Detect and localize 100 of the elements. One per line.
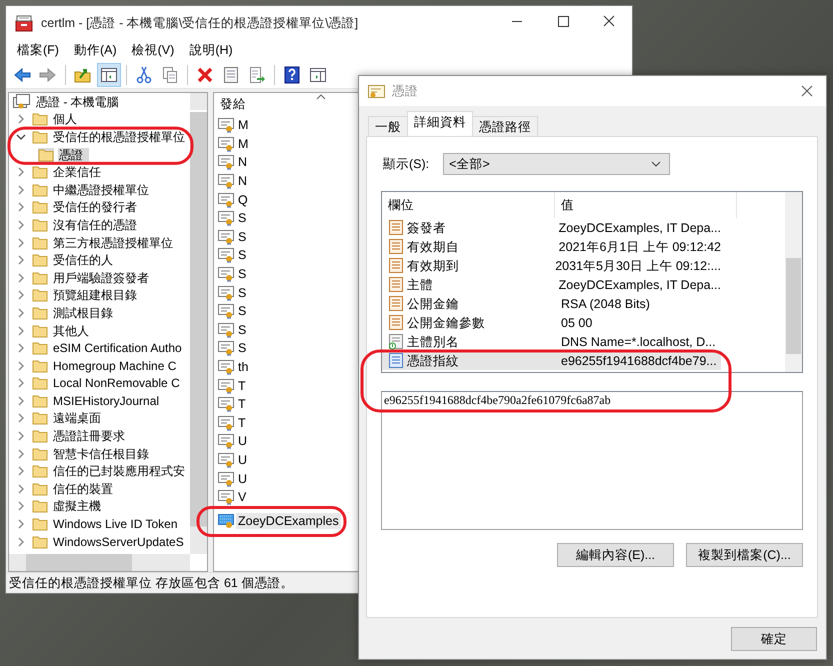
ok-button[interactable]: 確定 [731,627,817,651]
list-item[interactable]: S [236,303,248,320]
field-row[interactable]: 公開金鑰 RSA (2048 Bits) [382,294,721,313]
list-item[interactable]: U [236,470,250,487]
list-item[interactable]: U [236,433,250,450]
list-item[interactable]: S [236,266,248,282]
list-item[interactable]: S [236,340,248,356]
list-item[interactable]: S [236,228,248,245]
tree-item[interactable]: 智慧卡信任根目錄 [52,446,150,461]
vertical-scrollbar[interactable] [190,93,207,554]
tree-item[interactable]: 中繼憑證授權單位 [52,182,150,197]
tree-item[interactable]: 受信任的人 [52,253,114,268]
field-row[interactable]: 有效期到 2031年5月30日 上午 09:12:... [382,256,721,275]
list-item[interactable]: S [236,247,248,264]
list-item[interactable]: V [236,489,248,506]
dialog-button[interactable]: 複製到檔案(C)... [686,543,803,567]
chevron-right-icon[interactable] [16,413,26,424]
tree-item[interactable]: Homegroup Machine C [52,358,178,373]
tree-item[interactable]: 憑證註冊要求 [52,429,126,444]
tree-item[interactable]: 個人 [52,112,78,126]
list-item[interactable]: S [236,284,248,301]
chevron-right-icon[interactable] [16,396,26,406]
menu-item[interactable]: 動作(A) [68,41,127,60]
show-dropdown[interactable]: <全部> [443,153,670,175]
list-item[interactable]: S [236,322,248,338]
tree-item[interactable]: 沒有信任的憑證 [52,218,138,232]
tab[interactable]: 詳細資料 [407,111,473,136]
tree-item[interactable]: 用戶端驗證簽發者 [52,270,150,285]
tree-item[interactable]: Windows Live ID Token [52,517,178,532]
chevron-right-icon[interactable] [16,308,26,318]
menu-item[interactable]: 檢視(V) [126,41,184,60]
list-item[interactable]: Q [236,192,250,208]
column-header[interactable]: 值 [555,192,737,218]
tab[interactable]: 憑證路徑 [472,116,538,136]
menu-item[interactable]: 說明(H) [184,41,243,60]
list-item[interactable]: th [236,359,250,376]
menu-item[interactable]: 檔案(F) [12,41,69,60]
toolbar-button[interactable] [97,62,121,86]
chevron-right-icon[interactable] [16,202,26,212]
tree-item[interactable]: 第三方根憑證授權單位 [52,236,174,250]
chevron-right-icon[interactable] [16,290,26,300]
field-row[interactable]: 簽發者 ZoeyDCExamples, IT Depa... [382,218,721,237]
tree-item[interactable]: 企業信任 [52,165,102,180]
column-header[interactable]: 欄位 [382,192,555,218]
tree-item[interactable]: 虛擬主機 [52,499,102,514]
list-item[interactable]: T [236,378,248,394]
chevron-right-icon[interactable] [16,484,26,494]
tree-item[interactable]: Local NonRemovable C [52,376,181,390]
chevron-right-icon[interactable] [16,378,26,388]
tree-item[interactable]: WindowsServerUpdateS [52,534,185,549]
list-item[interactable]: S [236,210,248,226]
column-header[interactable]: 發給 [220,96,246,112]
field-row[interactable]: 主體別名 DNS Name=*.localhost, D... [382,332,721,351]
chevron-right-icon[interactable] [16,167,26,178]
chevron-right-icon[interactable] [16,220,26,230]
chevron-right-icon[interactable] [16,114,26,124]
list-item[interactable]: ZoeyDCExamples [236,513,341,530]
tree-item[interactable]: 憑證 [58,148,89,162]
chevron-right-icon[interactable] [16,431,26,442]
field-row[interactable]: 有效期自 2021年6月1日 上午 09:12:42 [382,237,721,256]
tree-item[interactable]: 信任的裝置 [52,482,114,496]
tree-item[interactable]: MSIEHistoryJournal [52,394,160,408]
chevron-right-icon[interactable] [16,501,26,512]
tree-item[interactable]: 受信任的發行者 [52,200,138,214]
tree-item[interactable]: 遠端桌面 [52,411,102,426]
chevron-right-icon[interactable] [16,255,26,266]
detail-field[interactable]: e96255f1941688dcf4be790a2fe61079fc6a87ab [381,391,803,530]
chevron-right-icon[interactable] [16,343,26,354]
chevron-right-icon[interactable] [16,238,26,248]
tree-item[interactable]: 其他人 [52,324,90,338]
list-item[interactable]: N [236,154,250,170]
tree-item[interactable]: 憑證 - 本機電腦 [35,94,120,109]
chevron-right-icon[interactable] [16,360,26,371]
tab[interactable]: 一般 [368,116,408,136]
chevron-down-icon[interactable] [16,132,26,142]
list-item[interactable]: N [236,173,250,190]
chevron-right-icon[interactable] [16,272,26,283]
close-icon[interactable] [800,84,814,98]
list-item[interactable]: M [236,117,250,134]
list-item[interactable]: M [236,136,250,152]
vertical-scrollbar[interactable] [785,192,802,372]
folder-icon [32,112,48,126]
chevron-right-icon[interactable] [16,519,26,530]
chevron-right-icon[interactable] [16,536,26,547]
list-item[interactable]: T [236,414,248,431]
list-item[interactable]: U [236,452,250,468]
tree-item[interactable]: 信任的已封裝應用程式安 [52,464,186,478]
tree-item[interactable]: 受信任的根憑證授權單位 [52,130,186,144]
chevron-right-icon[interactable] [16,326,26,336]
chevron-right-icon[interactable] [16,448,26,459]
tree-item[interactable]: 測試根目錄 [52,306,114,320]
tree-item[interactable]: eSIM Certification Autho [52,341,183,356]
list-item[interactable]: T [236,396,248,412]
chevron-right-icon[interactable] [16,466,26,476]
horizontal-scrollbar[interactable] [9,554,190,571]
field-row[interactable]: 主體 ZoeyDCExamples, IT Depa... [382,275,721,294]
field-row[interactable]: 公開金鑰參數 05 00 [382,313,721,332]
dialog-button[interactable]: 編輯內容(E)... [557,543,674,567]
chevron-right-icon[interactable] [16,184,26,195]
tree-item[interactable]: 預覽組建根目錄 [52,288,138,302]
